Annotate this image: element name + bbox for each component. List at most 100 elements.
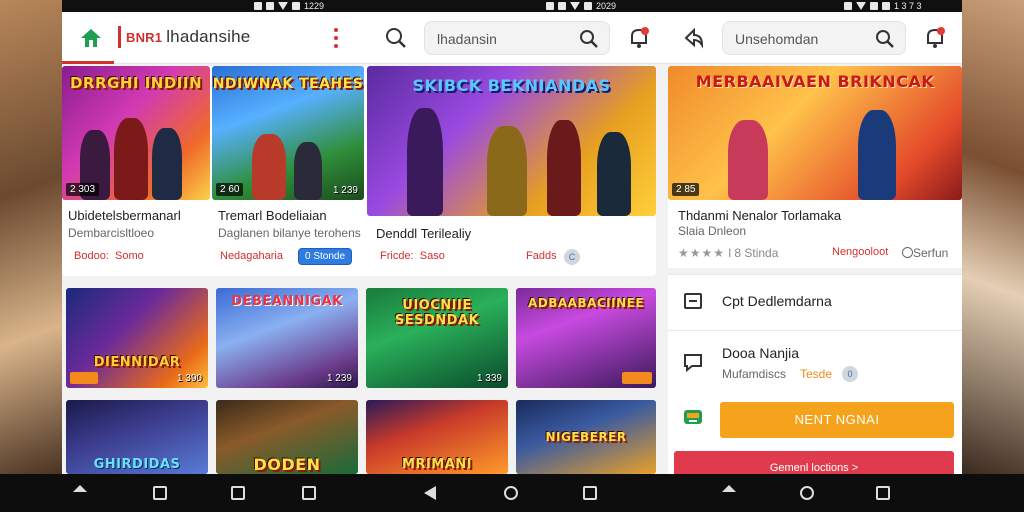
panel-row-subtitle: Mufamdiscs: [722, 367, 787, 381]
search-icon[interactable]: [875, 29, 895, 49]
character-figure: [487, 126, 527, 216]
game-subtitle: Slaia Dnleon: [678, 224, 747, 238]
thumbnail-art-title: DODEN: [253, 455, 321, 474]
nav-recents-icon[interactable]: [583, 486, 597, 500]
game-thumbnail[interactable]: DODEN: [216, 400, 358, 474]
primary-cta-button[interactable]: NENT NGNAI: [720, 402, 954, 438]
game-title[interactable]: Denddl Terilealiy: [376, 226, 471, 241]
panel-row-label: Cpt Dedlemdarna: [722, 293, 832, 309]
thumbnail-art-title: DEBEANNIGAK: [231, 294, 343, 309]
game-thumbnail-large[interactable]: SKIBCK BEKNIANDAS: [367, 66, 656, 216]
signal-icon: [870, 2, 878, 10]
panel-row-tag: Tesde: [800, 367, 833, 381]
game-subtitle: Dembarcisltloeo: [68, 226, 155, 240]
minus-square-icon: [684, 293, 702, 309]
blurred-background-left: [0, 0, 62, 474]
panel-row-title: Dooa Nanjia: [722, 345, 800, 361]
thumbnail-count: 1 239: [332, 185, 358, 196]
battery-icon: [882, 2, 890, 10]
game-title[interactable]: Thdanmi Nenalor Torlamaka: [678, 208, 841, 223]
rating: ★★★★ l 8 Stinda: [678, 246, 779, 260]
game-thumbnail[interactable]: DEBEANNIGAK 1 239: [216, 288, 358, 388]
status-bar: 1229 2029 1 3 7 3: [62, 0, 962, 12]
game-thumbnail[interactable]: NIGEBERER: [516, 400, 656, 474]
nav-recents-icon[interactable]: [876, 486, 890, 500]
panel-row-option[interactable]: Cpt Dedlemdarna: [668, 274, 962, 330]
signal-icon: [292, 2, 300, 10]
game-meta: Bodoo: Somo: [74, 250, 144, 262]
game-meta-label: Fadds: [526, 250, 557, 262]
nav-home-circle-icon[interactable]: [800, 486, 814, 500]
search-icon[interactable]: [579, 29, 599, 49]
thumbnail-count: 1 390: [176, 373, 202, 384]
game-thumbnail[interactable]: DRRGHI INDIIN 2 303: [62, 66, 210, 200]
share-icon[interactable]: [682, 26, 706, 50]
status-text: Serfun: [902, 246, 948, 260]
status-time: 1229: [304, 1, 325, 11]
game-thumbnail[interactable]: DIENNIDAR 1 390: [66, 288, 208, 388]
nav-recents-icon[interactable]: [231, 486, 245, 500]
bell-icon[interactable]: [924, 26, 946, 50]
thumbnail-badge: 2 60: [216, 183, 244, 196]
active-tab-indicator: [62, 61, 114, 64]
game-meta: Nengooloot: [832, 246, 889, 258]
character-figure: [114, 118, 148, 200]
thumbnail-art-title: NDIWNAK TEAHES: [212, 76, 364, 92]
brand-accent-bar: [118, 26, 121, 48]
character-figure: [858, 110, 896, 200]
game-thumbnail[interactable]: UIOCNIIE SESDNDAK 1 339: [366, 288, 508, 388]
nav-home-circle-icon[interactable]: [504, 486, 518, 500]
system-navigation-bar: [0, 474, 1024, 512]
game-thumbnail[interactable]: ADBAABACIINEE: [516, 288, 656, 388]
search-input[interactable]: lhadansin: [424, 21, 610, 55]
game-thumbnail-detail[interactable]: MERBAAIVAEN BRIKNCAK 2 85: [668, 66, 962, 200]
nav-home-icon[interactable]: [722, 485, 736, 492]
thumbnail-badge: 2 85: [672, 183, 700, 196]
app-window: BNR1 lhadansihe lhadansin Unsehomdan DRR…: [62, 12, 962, 474]
blurred-background-right: [962, 0, 1024, 474]
thumbnail-art-title: DIENNIDAR: [93, 355, 181, 370]
search-placeholder: Unsehomdan: [735, 31, 819, 47]
character-figure: [597, 132, 631, 216]
nav-recents-icon[interactable]: [302, 486, 316, 500]
game-thumbnail[interactable]: MRIMANI: [366, 400, 508, 474]
more-options-icon[interactable]: [332, 28, 340, 48]
status-time: 1 3 7 3: [894, 1, 922, 11]
game-thumbnail[interactable]: GHIRDIDAS: [66, 400, 208, 474]
thumbnail-art-title: MRIMANI: [402, 457, 472, 472]
game-thumbnail[interactable]: NDIWNAK TEAHES 2 60 1 239: [212, 66, 364, 200]
panel-row-info[interactable]: Dooa Nanjia Mufamdiscs Tesde 0: [668, 330, 962, 392]
thumbnail-art-title: NIGEBERER: [545, 430, 627, 444]
wifi-icon: [278, 2, 288, 10]
character-figure: [728, 120, 768, 200]
home-icon[interactable]: [80, 27, 102, 49]
search-input[interactable]: Unsehomdan: [722, 21, 906, 55]
thumbnail-badge: [70, 372, 98, 384]
bluetooth-icon: [844, 2, 852, 10]
game-subtitle: Daglanen bilanye terohens: [218, 226, 361, 240]
bell-icon[interactable]: [628, 26, 650, 50]
thumbnail-art-title: GHIRDIDAS: [93, 457, 181, 472]
info-circle[interactable]: 0: [842, 366, 858, 382]
info-circle[interactable]: C: [564, 249, 580, 265]
thumbnail-count: 1 239: [326, 373, 352, 384]
status-pill[interactable]: 0 Stonde: [298, 248, 353, 265]
game-title[interactable]: Tremarl Bodeliaian: [218, 208, 327, 223]
character-figure: [252, 134, 286, 200]
clock-icon: [902, 247, 913, 258]
search-icon[interactable]: [384, 26, 408, 50]
secondary-cta-button[interactable]: Gemenl loctions >: [674, 451, 954, 474]
character-figure: [547, 120, 581, 216]
game-controller-icon: [684, 410, 702, 424]
nav-recents-icon[interactable]: [153, 486, 167, 500]
character-figure: [152, 128, 182, 200]
nav-home-icon[interactable]: [73, 485, 87, 492]
game-title[interactable]: Ubidetelsbermanarl: [68, 208, 181, 223]
brand-name: lhadansihe: [166, 27, 251, 46]
notification-icon: [266, 2, 274, 10]
nav-back-icon[interactable]: [424, 486, 436, 500]
status-group-right: 1 3 7 3: [844, 0, 922, 12]
notification-icon: [558, 2, 566, 10]
chat-bubble-icon: [684, 354, 702, 373]
status-time: 2029: [596, 1, 617, 11]
